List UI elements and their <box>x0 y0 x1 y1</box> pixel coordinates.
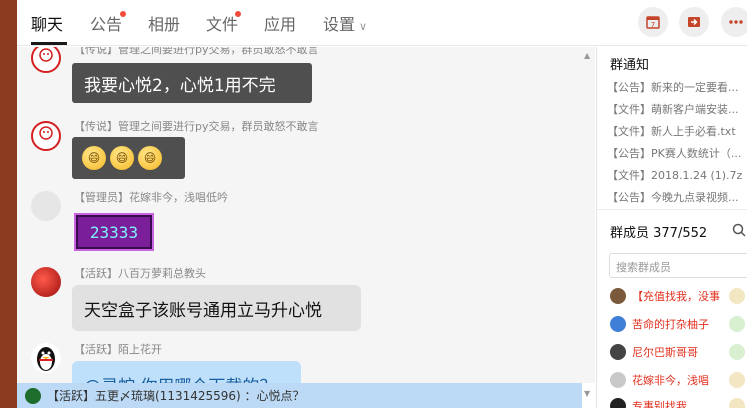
avatar <box>610 288 626 304</box>
message-bubble[interactable]: 😄 😄 😄 <box>72 137 185 179</box>
search-icon[interactable] <box>732 223 746 237</box>
announcement-item[interactable]: 【公告】今晚九点录视频... <box>607 189 739 205</box>
sender-name[interactable]: 【活跃】陌上花开 <box>74 341 162 357</box>
scroll-up-icon[interactable]: ▲ <box>584 51 590 60</box>
chat-area[interactable]: 【传说】管理之间要进行py交易，群员敢怒不敢言 我要心悦2，心悦1用不完 【传说… <box>17 47 595 383</box>
more-button[interactable] <box>721 7 747 37</box>
top-nav: 聊天 公告 相册 文件 应用 设置 ∨ 7 <box>17 0 747 46</box>
avatar <box>610 398 626 408</box>
member-name: 专事别找我 <box>632 400 687 408</box>
avatar[interactable] <box>31 267 61 297</box>
avatar[interactable] <box>31 121 61 151</box>
tab-announcements[interactable]: 公告 <box>90 11 122 35</box>
sender-name[interactable]: 【传说】管理之间要进行py交易，群员敢怒不敢言 <box>74 118 319 134</box>
tab-settings-label: 设置 <box>323 15 356 34</box>
announcements-title: 群通知 <box>610 58 650 73</box>
new-message-notice[interactable]: 【活跃】五更〆琉璃(1131425596) ：心悦点？ <box>17 383 582 408</box>
member-level-icon <box>729 316 745 332</box>
announcement-item[interactable]: 【文件】萌新客户端安装... <box>607 101 739 117</box>
member-level-icon <box>729 344 745 360</box>
avatar[interactable] <box>31 343 61 373</box>
member-name: 花嫁非今，浅唱 <box>632 374 709 387</box>
message-bubble[interactable]: 23333 <box>74 213 154 251</box>
share-button[interactable] <box>679 7 709 37</box>
member-search-input[interactable]: 搜索群成员 <box>609 253 747 278</box>
tab-chat[interactable]: 聊天 <box>31 11 63 35</box>
member-row[interactable]: 专事别找我 <box>610 395 747 408</box>
notice-text: 【活跃】五更〆琉璃(1131425596) ：心悦点？ <box>47 389 305 403</box>
active-tab-indicator <box>31 42 67 45</box>
avatar <box>610 372 626 388</box>
calendar-button[interactable]: 7 <box>638 7 668 37</box>
member-row[interactable]: 【充值找我，没事 <box>610 285 747 307</box>
tab-album[interactable]: 相册 <box>148 11 180 35</box>
message-text: 我要心悦2，心悦1用不完 <box>84 75 276 96</box>
smile-emoji-icon: 😄 <box>138 146 162 170</box>
message-text: 天空盒子该账号通用立马升心悦 <box>84 300 322 321</box>
member-row[interactable]: 尼尔巴斯哥哥 <box>610 341 747 363</box>
smile-emoji-icon: 😄 <box>82 146 106 170</box>
calendar-icon: 7 <box>646 16 660 29</box>
window-edge <box>0 0 17 408</box>
member-row[interactable]: 苦命的打杂柚子 <box>610 313 747 335</box>
member-name: 苦命的打杂柚子 <box>632 318 709 331</box>
avatar <box>610 316 626 332</box>
announcement-item[interactable]: 【文件】新人上手必看.txt <box>607 123 736 139</box>
unread-dot <box>120 11 126 17</box>
smile-emoji-icon: 😄 <box>110 146 134 170</box>
member-row[interactable]: 花嫁非今，浅唱 <box>610 369 747 391</box>
avatar <box>25 387 41 404</box>
scroll-down-icon[interactable]: ▼ <box>584 389 590 398</box>
tab-files[interactable]: 文件 <box>206 11 238 35</box>
forward-icon <box>688 17 700 27</box>
avatar[interactable] <box>31 47 61 73</box>
announcement-item[interactable]: 【文件】2018.1.24 (1).7z <box>607 167 742 183</box>
group-side-panel: 群通知 【公告】新来的一定要看... 【文件】萌新客户端安装... 【文件】新人… <box>597 47 747 408</box>
message-bubble[interactable]: @灵蛇 你用哪个下载的？ <box>72 361 301 383</box>
section-divider <box>597 209 747 210</box>
message-text: 23333 <box>89 222 139 242</box>
avatar <box>610 344 626 360</box>
sender-name[interactable]: 【管理员】花嫁非今，浅唱低吟 <box>74 189 228 205</box>
announcement-item[interactable]: 【公告】PK赛人数统计（... <box>607 145 741 161</box>
sender-name[interactable]: 【传说】管理之间要进行py交易，群员敢怒不敢言 <box>74 47 319 57</box>
sender-name[interactable]: 【活跃】八百万萝莉总教头 <box>74 265 206 281</box>
tab-settings[interactable]: 设置 ∨ <box>323 11 367 35</box>
chat-scrollbar[interactable]: ▲ ▼ <box>582 47 592 398</box>
announcement-item[interactable]: 【公告】新来的一定要看... <box>607 79 739 95</box>
member-level-icon <box>729 398 745 408</box>
svg-text:7: 7 <box>651 21 655 29</box>
unread-dot <box>235 11 241 17</box>
avatar[interactable] <box>31 191 61 221</box>
member-name: 尼尔巴斯哥哥 <box>632 346 698 359</box>
message-bubble[interactable]: 我要心悦2，心悦1用不完 <box>72 63 312 103</box>
member-level-icon <box>729 372 745 388</box>
more-icon <box>729 20 743 24</box>
chevron-down-icon: ∨ <box>359 20 368 33</box>
members-title: 群成员 377/552 <box>610 226 708 241</box>
tab-apps[interactable]: 应用 <box>264 11 296 35</box>
message-bubble[interactable]: 天空盒子该账号通用立马升心悦 <box>72 285 361 331</box>
search-placeholder: 搜索群成员 <box>616 261 671 274</box>
penguin-icon <box>37 347 55 371</box>
member-level-icon <box>729 288 745 304</box>
message-text: @灵蛇 你用哪个下载的？ <box>84 372 276 384</box>
member-name: 【充值找我，没事 <box>632 290 720 303</box>
